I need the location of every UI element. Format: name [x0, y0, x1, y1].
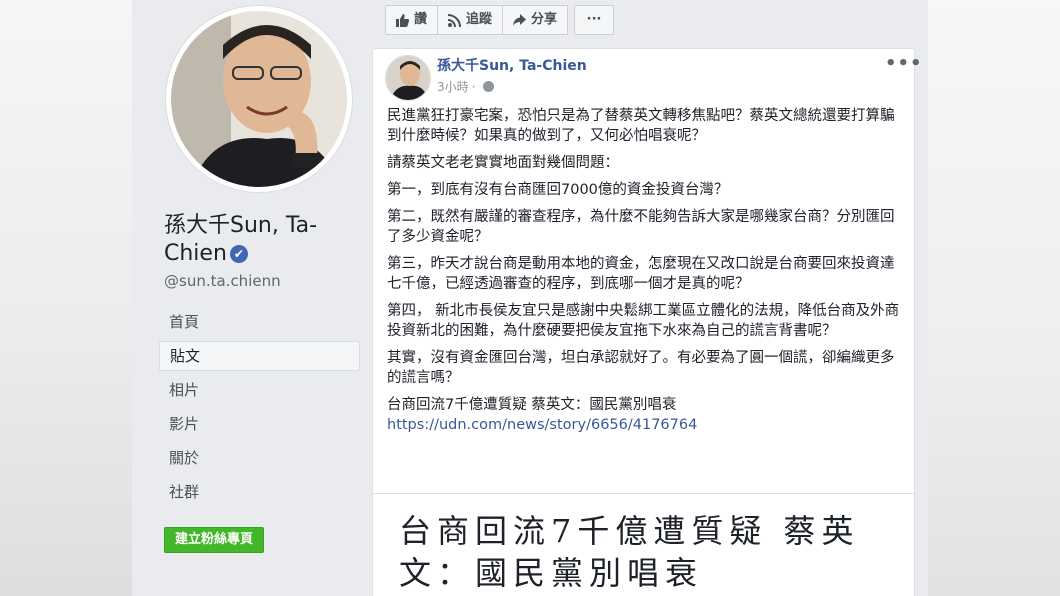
post-author-avatar[interactable] [385, 55, 431, 101]
nav-item-videos[interactable]: 影片 [159, 409, 360, 439]
post-card: 孫大千Sun, Ta-Chien 3小時 · ••• 民進黨狂打豪宅案，恐怕只是… [372, 48, 922, 596]
nav-item-community[interactable]: 社群 [159, 477, 360, 507]
more-icon: ··· [586, 12, 602, 27]
facebook-page: 孫大千Sun, Ta-Chien ✔ @sun.ta.chienn 首頁 貼文 相… [132, 0, 928, 596]
globe-icon [483, 81, 495, 92]
post-timestamp[interactable]: 3小時 [437, 78, 469, 95]
verified-icon: ✔ [229, 245, 248, 263]
create-page-button[interactable]: 建立粉絲專頁 [164, 527, 265, 553]
post-options-button[interactable]: ••• [885, 53, 923, 74]
nav-item-home[interactable]: 首頁 [159, 307, 360, 337]
action-bar: 讚 追蹤 分享 ··· [385, 5, 615, 35]
post-paragraph: 其實，沒有資金匯回台灣，坦白承認就好了。有必要為了圓一個謊，卻編織更多的謊言嗎？ [387, 350, 895, 386]
article-link[interactable]: https://udn.com/news/story/6656/4176764 [387, 415, 907, 435]
post-paragraph: 第三，昨天才說台商是動用本地的資金，怎麼現在又改口說是台商要回來投資達七千億，已… [387, 256, 895, 292]
link-title-text: 台商回流7千億遭質疑 蔡英文：國民黨別唱衰 [387, 397, 677, 413]
like-icon [396, 13, 409, 27]
post-paragraph: 民進黨狂打豪宅案，恐怕只是為了替蔡英文轉移焦點吧？蔡英文總統還要打算騙到什麼時候… [387, 108, 895, 144]
share-label: 分享 [531, 12, 558, 27]
profile-picture-frame[interactable] [166, 6, 352, 192]
post-body: 民進黨狂打豪宅案，恐怕只是為了替蔡英文轉移焦點吧？蔡英文總統還要打算騙到什麼時候… [387, 106, 907, 435]
nav-item-about[interactable]: 關於 [159, 443, 360, 473]
blurred-right-edge [928, 0, 1060, 596]
link-preview[interactable]: 台商回流7千億遭質疑 蔡英文：國民黨別唱衰 [373, 493, 914, 596]
nav-item-posts[interactable]: 貼文 [159, 341, 360, 371]
like-label: 讚 [414, 12, 428, 27]
page-nav: 首頁 貼文 相片 影片 關於 社群 [159, 307, 360, 511]
share-icon [513, 13, 527, 26]
blurred-left-edge [0, 0, 132, 596]
more-actions-button[interactable]: ··· [574, 5, 615, 35]
post-author-name[interactable]: 孫大千Sun, Ta-Chien [437, 55, 587, 75]
follow-label: 追蹤 [466, 12, 493, 27]
page-handle[interactable]: @sun.ta.chienn [164, 272, 281, 290]
page-title[interactable]: 孫大千Sun, Ta-Chien ✔ [164, 212, 354, 268]
share-button[interactable]: 分享 [502, 5, 569, 35]
post-paragraph: 第二，既然有嚴謹的審查程序，為什麼不能夠告訴大家是哪幾家台商？分別匯回了多少資金… [387, 209, 895, 245]
post-paragraph: 請蔡英文老老實實地面對幾個問題： [387, 155, 619, 171]
post-paragraph: 第一，到底有沒有台商匯回7000億的資金投資台灣？ [387, 182, 729, 198]
rss-icon [448, 13, 462, 27]
post-meta: 3小時 · [437, 78, 495, 95]
like-button[interactable]: 讚 [385, 5, 439, 35]
profile-picture[interactable] [171, 11, 347, 187]
follow-button[interactable]: 追蹤 [437, 5, 504, 35]
post-paragraph: 第四， 新北市長侯友宜只是感謝中央鬆綁工業區立體化的法規，降低台商及外商投資新北… [387, 303, 900, 339]
nav-item-photos[interactable]: 相片 [159, 375, 360, 405]
link-preview-headline: 台商回流7千億遭質疑 蔡英文：國民黨別唱衰 [399, 512, 860, 592]
